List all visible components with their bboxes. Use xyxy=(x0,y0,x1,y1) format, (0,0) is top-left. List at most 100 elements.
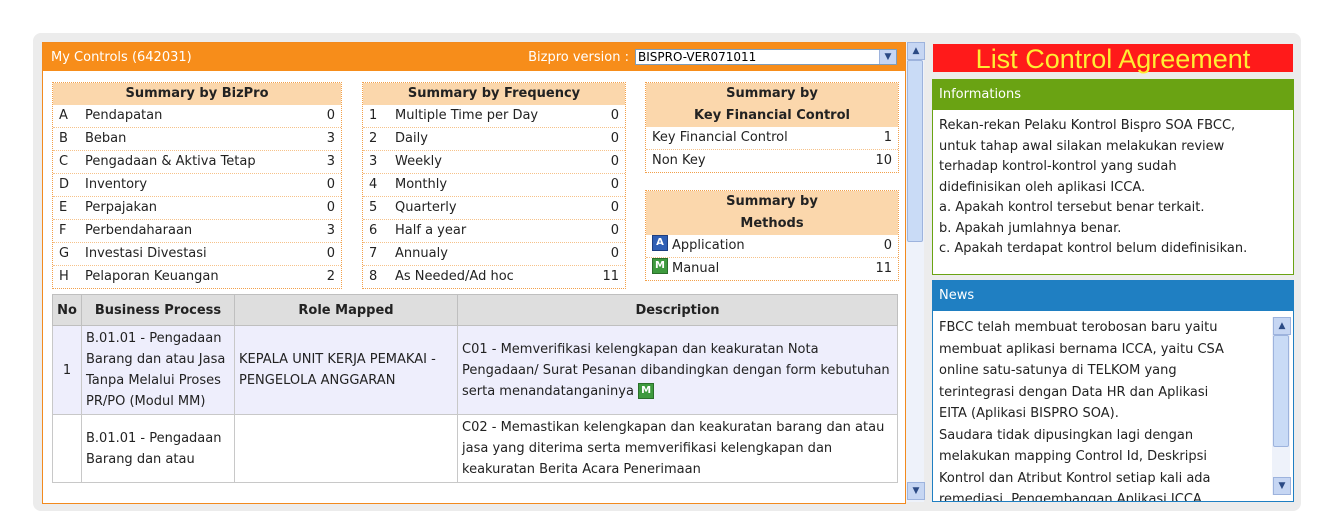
summary-row[interactable]: A Pendapatan 0 xyxy=(53,105,341,128)
summary-row[interactable]: Non Key 10 xyxy=(646,150,898,172)
row-key: 6 xyxy=(369,223,378,238)
info-line: c. Apakah terdapat kontrol belum didefin… xyxy=(939,241,1248,256)
informations-body: Rekan-rekan Pelaku Kontrol Bispro SOA FB… xyxy=(933,110,1293,266)
row-count: 0 xyxy=(610,108,619,123)
summary-row[interactable]: Key Financial Control 1 xyxy=(646,127,898,150)
news-scrollbar[interactable]: ▲ ▼ xyxy=(1272,317,1291,495)
controls-table: No Business Process Role Mapped Descript… xyxy=(52,294,898,483)
summary-bizpro: Summary by BizPro A Pendapatan 0 B Beban 3 C Pe… xyxy=(52,82,342,289)
summary-row[interactable]: E Perpajakan 0 xyxy=(53,197,341,220)
row-key: F xyxy=(59,223,67,238)
row-key: 8 xyxy=(369,269,378,284)
info-line: b. Apakah jumlahnya benar. xyxy=(939,220,1122,236)
keyfin-heading-line2: Key Financial Control xyxy=(694,108,850,123)
row-label: Multiple Time per Day xyxy=(395,108,539,123)
cell-no: 1 xyxy=(52,325,82,415)
row-key: G xyxy=(59,246,70,261)
keyfin-heading-line1: Summary by xyxy=(726,86,818,101)
main-scrollbar[interactable]: ▲ ▼ xyxy=(906,42,925,502)
summary-row[interactable]: 6 Half a year 0 xyxy=(363,220,625,243)
summary-methods-heading: Summary by Methods xyxy=(646,191,898,235)
row-count: 0 xyxy=(610,200,619,215)
summary-row[interactable]: G Investasi Divestasi 0 xyxy=(53,243,341,266)
row-label: Beban xyxy=(85,131,127,146)
scroll-thumb[interactable] xyxy=(907,60,923,242)
row-key: 3 xyxy=(369,154,378,169)
application-icon: A xyxy=(652,235,668,251)
panel-header: My Controls (642031) Bizpro version : BI… xyxy=(43,43,905,71)
row-label: Weekly xyxy=(395,154,442,169)
news-heading: News xyxy=(933,281,1293,311)
summary-row[interactable]: 7 Annualy 0 xyxy=(363,243,625,266)
row-key: A xyxy=(59,108,68,123)
summary-row[interactable]: 8 As Needed/Ad hoc 11 xyxy=(363,266,625,288)
row-key: 1 xyxy=(369,108,378,123)
summary-row[interactable]: B Beban 3 xyxy=(53,128,341,151)
manual-icon: M xyxy=(652,258,668,274)
news-line: Kontrol dan Atribut Kontrol setiap kali … xyxy=(939,470,1211,486)
news-line: membuat aplikasi bernama ICCA, yaitu CSA xyxy=(939,341,1224,357)
row-label: Perpajakan xyxy=(85,200,158,215)
summary-row[interactable]: 1 Multiple Time per Day 0 xyxy=(363,105,625,128)
news-line: Saudara tidak dipusingkan lagi dengan xyxy=(939,427,1194,443)
row-label: Non Key xyxy=(652,153,706,168)
news-panel: News FBCC telah membuat terobosan baru y… xyxy=(932,280,1294,502)
summary-row[interactable]: 3 Weekly 0 xyxy=(363,151,625,174)
row-count: 3 xyxy=(326,223,335,238)
description-text: C02 - Memastikan kelengkapan dan keakura… xyxy=(462,420,885,477)
col-no[interactable]: No xyxy=(52,294,82,326)
row-count: 0 xyxy=(326,108,335,123)
row-label: Key Financial Control xyxy=(652,130,788,145)
news-scroll-thumb[interactable] xyxy=(1273,335,1289,447)
methods-heading-line1: Summary by xyxy=(726,194,818,209)
controls-table-viewport: No Business Process Role Mapped Descript… xyxy=(43,290,904,502)
summary-row[interactable]: 5 Quarterly 0 xyxy=(363,197,625,220)
row-count: 0 xyxy=(326,246,335,261)
chevron-down-icon[interactable]: ▼ xyxy=(879,50,896,64)
info-line: terhadap kontrol-kontrol yang sudah xyxy=(939,159,1177,174)
row-label: Pelaporan Keuangan xyxy=(85,269,219,284)
summary-row[interactable]: 4 Monthly 0 xyxy=(363,174,625,197)
row-count: 2 xyxy=(326,269,335,284)
summary-row[interactable]: M Manual 11 xyxy=(646,258,898,280)
row-label: Inventory xyxy=(85,177,148,192)
summary-row[interactable]: H Pelaporan Keuangan 2 xyxy=(53,266,341,288)
news-line: online satu-satunya di TELKOM yang xyxy=(939,363,1177,378)
methods-heading-line2: Methods xyxy=(740,216,804,231)
col-description[interactable]: Description xyxy=(457,294,898,326)
col-role-mapped[interactable]: Role Mapped xyxy=(234,294,458,326)
scroll-up-icon[interactable]: ▲ xyxy=(1273,317,1291,335)
summary-row[interactable]: A Application 0 xyxy=(646,235,898,258)
row-label: Perbendaharaan xyxy=(85,223,193,238)
table-row[interactable]: 1 B.01.01 - Pengadaan Barang dan atau Jas… xyxy=(52,325,898,415)
version-select[interactable]: BISPRO-VER071011 ▼ xyxy=(635,49,897,65)
summary-frequency: Summary by Frequency 1 Multiple Time per … xyxy=(362,82,626,289)
row-count: 0 xyxy=(610,131,619,146)
col-business-process[interactable]: Business Process xyxy=(81,294,235,326)
cell-no xyxy=(52,414,82,483)
row-count: 0 xyxy=(610,223,619,238)
row-label: As Needed/Ad hoc xyxy=(395,269,514,284)
summary-row[interactable]: F Perbendaharaan 3 xyxy=(53,220,341,243)
informations-heading: Informations xyxy=(933,80,1293,110)
summary-row[interactable]: D Inventory 0 xyxy=(53,174,341,197)
list-control-agreement-title: List Control Agreement xyxy=(933,44,1293,74)
row-key: E xyxy=(59,200,68,215)
table-row[interactable]: B.01.01 - Pengadaan Barang dan atau C02 -… xyxy=(52,414,898,483)
summary-row[interactable]: 2 Daily 0 xyxy=(363,128,625,151)
scroll-up-icon[interactable]: ▲ xyxy=(907,42,925,60)
row-count: 10 xyxy=(875,153,892,168)
row-label: Pendapatan xyxy=(85,108,163,123)
version-value: BISPRO-VER071011 xyxy=(638,50,757,64)
row-label: Quarterly xyxy=(395,200,457,215)
row-count: 1 xyxy=(883,130,892,145)
row-label: Daily xyxy=(395,131,428,146)
row-label: Annualy xyxy=(395,246,448,261)
cell-business-process: B.01.01 - Pengadaan Barang dan atau Jasa… xyxy=(81,325,235,415)
summary-row[interactable]: C Pengadaan & Aktiva Tetap 3 xyxy=(53,151,341,174)
scroll-down-icon[interactable]: ▼ xyxy=(1273,477,1291,495)
row-label: Application xyxy=(672,238,745,253)
info-line: Rekan-rekan Pelaku Kontrol Bispro SOA FB… xyxy=(939,118,1236,133)
scroll-down-icon[interactable]: ▼ xyxy=(907,482,925,500)
info-line: a. Apakah kontrol tersebut benar terkait… xyxy=(939,200,1205,215)
